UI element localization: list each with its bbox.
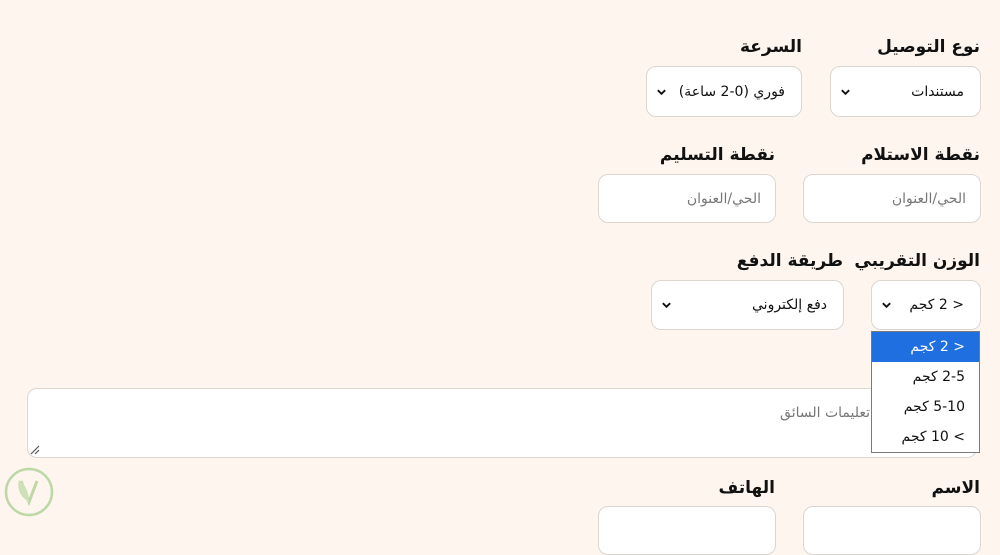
name-input[interactable] — [803, 506, 981, 555]
weight-select[interactable]: < 2 كجم — [871, 280, 981, 330]
payment-select[interactable]: دفع إلكتروني — [651, 280, 844, 330]
payment-label: طريقة الدفع — [736, 251, 843, 271]
weight-option[interactable]: 2-5 كجم — [872, 362, 979, 392]
speed-label: السرعة — [739, 37, 802, 57]
payment-value: دفع إلكتروني — [752, 297, 827, 313]
weight-option[interactable]: < 2 كجم — [872, 332, 979, 362]
delivery-type-value: مستندات — [911, 83, 964, 100]
pickup-label: نقطة الاستلام — [861, 145, 980, 165]
chevron-down-icon — [662, 302, 671, 309]
chevron-down-icon — [657, 89, 666, 95]
delivery-type-select[interactable]: مستندات — [830, 66, 981, 117]
name-label: الاسم — [931, 478, 980, 498]
dropoff-label: نقطة التسليم — [659, 145, 775, 165]
chevron-down-icon — [882, 302, 891, 309]
weight-value: < 2 كجم — [909, 297, 964, 313]
pickup-placeholder: الحي/العنوان — [891, 190, 966, 207]
dropoff-placeholder: الحي/العنوان — [686, 190, 761, 207]
chevron-down-icon — [841, 89, 850, 95]
phone-input[interactable] — [598, 506, 776, 555]
delivery-type-label: نوع التوصيل — [877, 37, 980, 57]
pickup-input[interactable]: الحي/العنوان — [803, 174, 981, 223]
weight-label: الوزن التقريبي — [854, 251, 980, 271]
resize-handle-icon[interactable] — [30, 445, 40, 455]
dropoff-input[interactable]: الحي/العنوان — [598, 174, 776, 223]
speed-select[interactable]: فوري (0-2 ساعة) — [646, 66, 802, 117]
driver-notes-textarea[interactable]: تعليمات السائق — [27, 388, 977, 458]
weight-option[interactable]: 5-10 كجم — [872, 392, 979, 422]
logo-icon — [4, 467, 54, 517]
phone-label: الهاتف — [718, 478, 775, 498]
speed-value: فوري (0-2 ساعة) — [678, 83, 785, 100]
weight-dropdown-list: < 2 كجم 2-5 كجم 5-10 كجم > 10 كجم — [871, 331, 980, 453]
weight-option[interactable]: > 10 كجم — [872, 422, 979, 452]
driver-notes-placeholder: تعليمات السائق — [780, 405, 870, 421]
